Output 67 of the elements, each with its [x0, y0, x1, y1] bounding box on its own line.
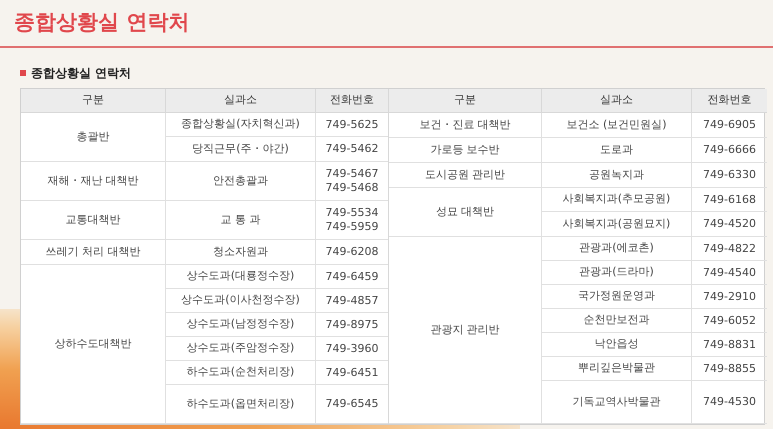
table-cell: 도로과 [542, 138, 692, 162]
phone-number: 749-6052 [703, 314, 756, 328]
column-header: 전화번호 [706, 92, 752, 108]
table-cell: 종합상황실(자치혁신과) [166, 113, 316, 136]
column-header: 구분 [21, 89, 166, 112]
phone-number: 749-6905 [703, 118, 756, 132]
phone-number: 749-6459 [326, 270, 378, 284]
bullet-icon [20, 70, 26, 76]
table-cell: 사회복지과(추모공원) [542, 188, 692, 211]
table-cell: 당직근무(주・야간) [166, 137, 316, 161]
table-cell: 보건소 (보건민원실) [542, 113, 692, 137]
phone-number: 749-4520 [703, 217, 756, 231]
phone-number: 749-8975 [326, 318, 378, 332]
phone-number: 749-6545 [326, 397, 378, 411]
phone-number: 749-5467 [326, 167, 378, 181]
phone-number: 749-5625 [326, 118, 378, 132]
phone-number: 749-2910 [703, 290, 756, 304]
table-cell: 상수도과(대룡정수장) [166, 265, 316, 288]
page-title: 종합상황실 연락처 [14, 9, 190, 36]
table-cell: 도시공원 관리반 [389, 163, 542, 187]
table-cell: 안전총괄과 [166, 162, 316, 200]
phone-number: 749-4540 [703, 266, 756, 280]
column-header: 실과소 [166, 89, 316, 112]
phone-number: 749-5959 [326, 220, 378, 234]
phone-number: 749-5534 [326, 206, 378, 220]
column-header: 구분 [389, 89, 542, 112]
table-cell: 재해・재난 대책반 [21, 162, 166, 200]
phone-number: 749-6208 [326, 245, 378, 259]
phone-number: 749-4530 [703, 395, 756, 409]
table-cell: 순천만보전과 [542, 309, 692, 332]
table-cell: 상하수도대책반 [21, 265, 166, 423]
table-cell: 뿌리깊은박물관 [542, 357, 692, 380]
table-cell: 관광과(드라마) [542, 261, 692, 284]
table-cell: 기독교역사박물관 [542, 381, 692, 423]
table-cell: 사회복지과(공원묘지) [542, 212, 692, 236]
table-cell: 상수도과(이사천정수장) [166, 289, 316, 312]
phone-number: 749-5462 [326, 142, 378, 156]
phone-number: 749-3960 [326, 342, 378, 356]
phone-number: 749-6330 [703, 168, 756, 182]
table-cell: 국가정원운영과 [542, 285, 692, 308]
table-cell: 가로등 보수반 [389, 138, 542, 162]
phone-number: 749-4822 [703, 242, 756, 256]
table-cell: 하수도과(옵면처리장) [166, 385, 316, 423]
column-header: 실과소 [542, 89, 692, 112]
table-cell: 교통대책반 [21, 201, 166, 239]
table-cell: 낙안읍성 [542, 333, 692, 356]
table-cell: 성묘 대책반 [389, 188, 542, 236]
section-title: 종합상황실 연락처 [31, 65, 132, 82]
table-cell: 쓰레기 처리 대책반 [21, 240, 166, 264]
table-cell: 관광과(에코촌) [542, 237, 692, 260]
phone-number: 749-6666 [703, 143, 756, 157]
phone-number: 749-6168 [703, 192, 756, 206]
table-cell: 보건・진료 대책반 [389, 113, 542, 137]
table-cell: 공원녹지과 [542, 163, 692, 187]
table-cell: 교 통 과 [166, 201, 316, 239]
phone-number: 749-5468 [326, 181, 378, 195]
phone-number: 749-8831 [703, 338, 756, 352]
table-cell: 상수도과(주암정수장) [166, 337, 316, 360]
column-header: 전화번호 [329, 92, 375, 108]
phone-number: 749-4857 [326, 294, 378, 308]
table-cell: 청소자원과 [166, 240, 316, 264]
table-cell: 하수도과(순천처리장) [166, 361, 316, 384]
table-cell: 상수도과(남정정수장) [166, 313, 316, 336]
phone-number: 749-6451 [326, 366, 378, 380]
phone-number: 749-8855 [703, 362, 756, 376]
table-cell: 관광지 관리반 [389, 237, 542, 423]
table-cell: 총괄반 [21, 113, 166, 161]
